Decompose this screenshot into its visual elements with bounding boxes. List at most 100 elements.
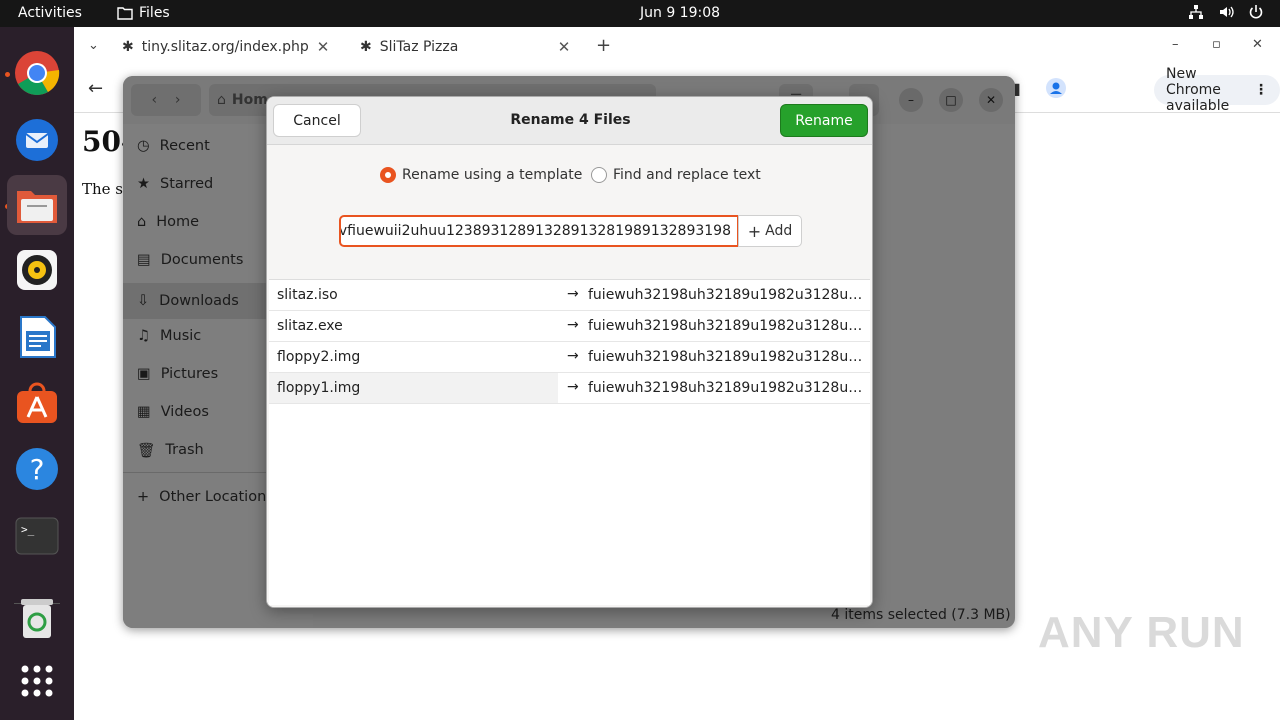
- sidebar-item-videos[interactable]: ▦ Videos: [137, 397, 209, 427]
- sidebar-item-label: Documents: [160, 252, 244, 268]
- minimize-icon[interactable]: –: [899, 88, 923, 112]
- chevron-left-icon[interactable]: ‹: [151, 92, 157, 108]
- sidebar-item-label: Downloads: [159, 293, 239, 309]
- sidebar-item-trash[interactable]: 🗑 Trash: [137, 435, 204, 465]
- new-tab-button[interactable]: +: [596, 35, 611, 56]
- music-icon: ♫: [137, 328, 150, 344]
- maximize-icon[interactable]: ▫: [1212, 37, 1221, 52]
- home-icon: ⌂: [137, 214, 147, 230]
- radio-label: Rename using a template: [402, 167, 583, 183]
- chevron-right-icon[interactable]: ›: [175, 92, 181, 108]
- rename-preview-list: slitaz.iso → fuiewuh32198uh32189u1982u31…: [269, 279, 870, 605]
- spider-favicon-icon: ✱: [360, 39, 372, 55]
- sidebar-item-label: Starred: [160, 176, 214, 192]
- old-filename: floppy1.img: [277, 380, 361, 396]
- list-item[interactable]: slitaz.iso → fuiewuh32198uh32189u1982u31…: [269, 280, 870, 311]
- clock-icon: ◷: [137, 138, 150, 154]
- arrow-icon: →: [567, 379, 579, 395]
- app-name: Files: [139, 5, 170, 21]
- minimize-icon[interactable]: –: [1172, 37, 1179, 52]
- dialog-body: Rename using a template Find and replace…: [267, 145, 872, 607]
- app-grid-icon[interactable]: [14, 658, 60, 704]
- template-input[interactable]: fuiewuh32198uh32189u1982u3128u9130iufvfi…: [339, 215, 739, 247]
- dialog-header: Cancel Rename 4 Files Rename: [267, 97, 872, 145]
- arrow-icon: →: [567, 317, 579, 333]
- terminal-icon[interactable]: >_: [14, 513, 60, 559]
- trash-icon[interactable]: [14, 595, 60, 641]
- spider-favicon-icon: ✱: [122, 39, 134, 55]
- rhythmbox-icon[interactable]: [14, 247, 60, 293]
- radio-selected-icon[interactable]: [380, 167, 396, 183]
- radio-rename-template[interactable]: Rename using a template: [380, 167, 582, 183]
- sidebar-item-label: Pictures: [160, 366, 219, 382]
- app-center-icon[interactable]: [14, 380, 60, 426]
- tab-tiny-slitaz[interactable]: ✱ tiny.slitaz.org/index.php ✕: [122, 35, 338, 59]
- list-item[interactable]: floppy2.img → fuiewuh32198uh32189u1982u3…: [269, 342, 870, 373]
- radio-find-replace[interactable]: Find and replace text: [591, 167, 761, 183]
- system-tray[interactable]: [1188, 4, 1264, 20]
- folder-icon: [117, 7, 133, 20]
- back-arrow-icon[interactable]: ←: [88, 78, 103, 99]
- close-tab-icon[interactable]: ✕: [558, 38, 571, 56]
- close-tab-icon[interactable]: ✕: [317, 38, 330, 56]
- sidebar-item-music[interactable]: ♫ Music: [137, 321, 201, 351]
- home-icon: ⌂: [217, 92, 226, 108]
- tab-title: SliTaz Pizza: [379, 39, 459, 55]
- template-input-value: fuiewuh32198uh32189u1982u3128u9130iufvfi…: [339, 223, 731, 239]
- chrome-icon[interactable]: [14, 50, 60, 96]
- new-chrome-available-button[interactable]: New Chrome available ⋮: [1154, 66, 1280, 114]
- thunderbird-icon[interactable]: [14, 116, 60, 162]
- old-filename: slitaz.exe: [277, 318, 343, 334]
- sidebar-item-other-locations[interactable]: + Other Locations: [137, 482, 274, 512]
- rename-button[interactable]: Rename: [780, 104, 868, 137]
- anyrun-watermark: ANY RUN: [1038, 608, 1245, 657]
- close-icon[interactable]: ✕: [979, 88, 1003, 112]
- sidebar-item-documents[interactable]: ▤ Documents: [137, 245, 243, 275]
- sidebar-item-home[interactable]: ⌂ Home: [137, 207, 199, 237]
- radio-unselected-icon[interactable]: [591, 167, 607, 183]
- sidebar-item-label: Recent: [159, 138, 210, 154]
- add-label: Add: [765, 223, 793, 239]
- plus-icon: +: [137, 489, 150, 505]
- app-menu[interactable]: Files: [117, 5, 170, 21]
- sidebar-item-label: Other Locations: [159, 489, 274, 505]
- close-window-icon[interactable]: ✕: [1252, 37, 1263, 52]
- selection-status: 4 items selected (7.3 MB): [831, 607, 1011, 623]
- tab-search-icon[interactable]: ⌄: [88, 38, 99, 53]
- sidebar-item-label: Trash: [165, 442, 204, 458]
- new-filename: fuiewuh32198uh32189u1982u3128u913…: [588, 349, 868, 365]
- svg-text:>_: >_: [21, 523, 35, 536]
- arrow-icon: →: [567, 286, 579, 302]
- sidebar-item-starred[interactable]: ★ Starred: [137, 169, 213, 199]
- activities-button[interactable]: Activities: [18, 5, 82, 21]
- plus-icon: +: [747, 221, 762, 241]
- add-button[interactable]: + Add: [738, 215, 802, 247]
- maximize-icon[interactable]: □: [939, 88, 963, 112]
- rename-dialog: Cancel Rename 4 Files Rename Rename usin…: [266, 96, 873, 608]
- sidebar-item-label: Home: [156, 214, 200, 230]
- new-chrome-label: New Chrome available: [1166, 66, 1230, 114]
- list-item[interactable]: floppy1.img → fuiewuh32198uh32189u1982u3…: [269, 373, 870, 404]
- help-icon[interactable]: ?: [14, 446, 60, 492]
- profile-avatar-icon[interactable]: [1046, 78, 1066, 102]
- libreoffice-writer-icon[interactable]: [14, 314, 60, 360]
- video-icon: ▦: [137, 404, 151, 420]
- list-item[interactable]: slitaz.exe → fuiewuh32198uh32189u1982u31…: [269, 311, 870, 342]
- tab-title: tiny.slitaz.org/index.php: [141, 39, 309, 55]
- old-filename: slitaz.iso: [277, 287, 338, 303]
- files-icon[interactable]: [7, 175, 67, 235]
- running-indicator: [5, 72, 10, 77]
- nav-back-forward[interactable]: ‹ ›: [131, 84, 201, 116]
- sidebar-item-recent[interactable]: ◷ Recent: [137, 131, 210, 161]
- more-vert-icon: ⋮: [1254, 82, 1268, 98]
- top-bar: Activities Files Jun 9 19:08: [0, 0, 1280, 27]
- tab-slitaz-pizza[interactable]: ✱ SliTaz Pizza ✕: [360, 35, 578, 59]
- sidebar-item-label: Music: [160, 328, 202, 344]
- volume-icon: [1220, 6, 1234, 18]
- document-icon: ▤: [137, 252, 151, 268]
- svg-text:?: ?: [30, 453, 45, 486]
- sidebar-item-pictures[interactable]: ▣ Pictures: [137, 359, 218, 389]
- power-icon: [1249, 5, 1263, 19]
- new-filename: fuiewuh32198uh32189u1982u3128u913…: [588, 318, 868, 334]
- clock[interactable]: Jun 9 19:08: [640, 5, 720, 21]
